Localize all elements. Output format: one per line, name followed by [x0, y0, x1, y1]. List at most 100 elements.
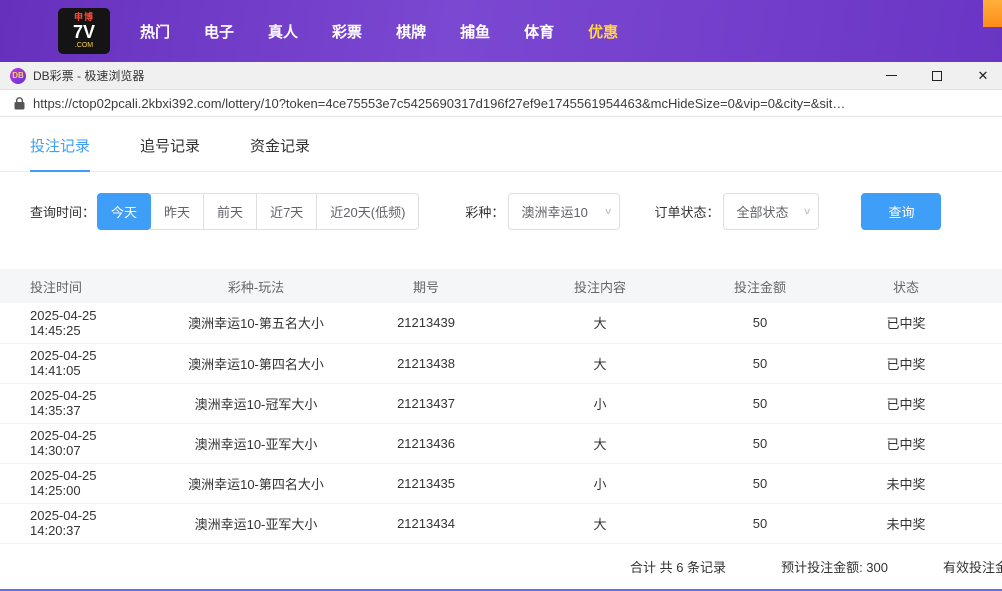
time-filter-daybefore[interactable]: 前天 [203, 193, 257, 230]
cell-status: 已中奖 [810, 383, 1002, 423]
cell-status: 已中奖 [810, 303, 1002, 343]
close-button[interactable]: ✕ [976, 69, 990, 83]
nav-item-hot[interactable]: 热门 [140, 21, 170, 42]
cell-bet-content: 大 [490, 503, 710, 543]
cell-bet-amount: 50 [710, 303, 810, 343]
time-filter-group: 今天 昨天 前天 近7天 近20天(低频) [97, 193, 419, 230]
table-row[interactable]: 2025-04-25 14:35:37 澳洲幸运10-冠军大小 21213437… [0, 383, 1002, 423]
chevron-down-icon: ∨ [604, 206, 613, 217]
time-filter-20days[interactable]: 近20天(低频) [316, 193, 419, 230]
address-bar[interactable]: https://ctop02pcali.2kbxi392.com/lottery… [0, 90, 1002, 117]
cell-bet-time: 2025-04-25 14:20:37 [0, 503, 150, 543]
cell-bet-time: 2025-04-25 14:35:37 [0, 383, 150, 423]
status-filter-label: 订单状态： [654, 202, 719, 221]
bet-table-body: 2025-04-25 14:45:25 澳洲幸运10-第五名大小 2121343… [0, 303, 1002, 543]
cell-bet-amount: 50 [710, 463, 810, 503]
site-logo[interactable]: 申博 7V .COM [58, 8, 110, 54]
table-row[interactable]: 2025-04-25 14:41:05 澳洲幸运10-第四名大小 2121343… [0, 343, 1002, 383]
nav-item-sports[interactable]: 体育 [524, 21, 554, 42]
cell-game-play: 澳洲幸运10-冠军大小 [150, 383, 362, 423]
tab-bet-records[interactable]: 投注记录 [30, 135, 90, 172]
cell-bet-amount: 50 [710, 383, 810, 423]
cell-bet-amount: 50 [710, 423, 810, 463]
nav-item-fishing[interactable]: 捕鱼 [460, 21, 490, 42]
header-status: 状态 [810, 269, 1002, 303]
cell-status: 未中奖 [810, 463, 1002, 503]
logo-main-text: 7V [73, 23, 95, 41]
cell-issue: 21213435 [362, 463, 490, 503]
header-bet-time: 投注时间 [0, 269, 150, 303]
lottery-select[interactable]: 澳洲幸运10 ∨ [508, 193, 620, 230]
summary-total-records: 合计 共 6 条记录 [630, 557, 726, 576]
summary-valid-amount: 有效投注金 [943, 557, 1002, 576]
search-button[interactable]: 查询 [861, 193, 941, 230]
order-status-select[interactable]: 全部状态 ∨ [723, 193, 819, 230]
site-nav: 申博 7V .COM 热门 电子 真人 彩票 棋牌 捕鱼 体育 优惠 [0, 0, 1002, 62]
cell-game-play: 澳洲幸运10-第五名大小 [150, 303, 362, 343]
time-filter-today[interactable]: 今天 [97, 193, 151, 230]
lottery-filter-label: 彩种： [465, 202, 504, 221]
app-badge-icon: DB [10, 68, 26, 84]
table-header-row: 投注时间 彩种-玩法 期号 投注内容 投注金额 状态 [0, 269, 1002, 303]
filter-bar: 查询时间： 今天 昨天 前天 近7天 近20天(低频) 彩种： 澳洲幸运10 ∨… [0, 172, 1002, 251]
cell-issue: 21213438 [362, 343, 490, 383]
cell-bet-content: 大 [490, 303, 710, 343]
maximize-button[interactable] [930, 69, 944, 83]
nav-item-lottery[interactable]: 彩票 [332, 21, 362, 42]
cell-bet-time: 2025-04-25 14:41:05 [0, 343, 150, 383]
url-text[interactable]: https://ctop02pcali.2kbxi392.com/lottery… [33, 96, 988, 111]
table-row[interactable]: 2025-04-25 14:45:25 澳洲幸运10-第五名大小 2121343… [0, 303, 1002, 343]
cell-game-play: 澳洲幸运10-亚军大小 [150, 423, 362, 463]
corner-tag [983, 0, 1002, 27]
cell-bet-content: 大 [490, 423, 710, 463]
summary-expected-amount: 预计投注金额: 300 [781, 557, 888, 576]
minimize-icon [886, 75, 897, 76]
header-bet-amount: 投注金额 [710, 269, 810, 303]
bottom-divider [0, 589, 1002, 591]
time-filter-7days[interactable]: 近7天 [256, 193, 317, 230]
lottery-select-value: 澳洲幸运10 [521, 202, 587, 221]
nav-item-electronic[interactable]: 电子 [204, 21, 234, 42]
table-row[interactable]: 2025-04-25 14:20:37 澳洲幸运10-亚军大小 21213434… [0, 503, 1002, 543]
bet-records-table: 投注时间 彩种-玩法 期号 投注内容 投注金额 状态 2025-04-25 14… [0, 269, 1002, 544]
cell-status: 已中奖 [810, 423, 1002, 463]
record-tabs: 投注记录 追号记录 资金记录 [0, 117, 1002, 172]
lock-icon [14, 97, 25, 110]
cell-bet-content: 大 [490, 343, 710, 383]
tab-chase-records[interactable]: 追号记录 [140, 135, 200, 171]
cell-game-play: 澳洲幸运10-第四名大小 [150, 463, 362, 503]
nav-item-promotions[interactable]: 优惠 [588, 21, 618, 42]
nav-item-live[interactable]: 真人 [268, 21, 298, 42]
table-row[interactable]: 2025-04-25 14:25:00 澳洲幸运10-第四名大小 2121343… [0, 463, 1002, 503]
window-controls: ✕ [884, 69, 990, 83]
cell-issue: 21213436 [362, 423, 490, 463]
cell-game-play: 澳洲幸运10-第四名大小 [150, 343, 362, 383]
close-icon: ✕ [978, 69, 989, 82]
cell-issue: 21213437 [362, 383, 490, 423]
cell-issue: 21213439 [362, 303, 490, 343]
cell-bet-time: 2025-04-25 14:25:00 [0, 463, 150, 503]
header-game-play: 彩种-玩法 [150, 269, 362, 303]
cell-bet-amount: 50 [710, 343, 810, 383]
logo-top-text: 申博 [74, 13, 94, 22]
order-status-value: 全部状态 [736, 202, 788, 221]
time-filter-label: 查询时间： [30, 202, 95, 221]
maximize-icon [932, 71, 942, 81]
logo-suffix-text: .COM [75, 42, 93, 49]
browser-titlebar: DB DB彩票 - 极速浏览器 ✕ [0, 62, 1002, 90]
minimize-button[interactable] [884, 69, 898, 83]
nav-item-board-games[interactable]: 棋牌 [396, 21, 426, 42]
cell-status: 未中奖 [810, 503, 1002, 543]
nav-menu: 热门 电子 真人 彩票 棋牌 捕鱼 体育 优惠 [140, 21, 618, 42]
table-row[interactable]: 2025-04-25 14:30:07 澳洲幸运10-亚军大小 21213436… [0, 423, 1002, 463]
cell-bet-time: 2025-04-25 14:30:07 [0, 423, 150, 463]
tab-fund-records[interactable]: 资金记录 [250, 135, 310, 171]
time-filter-yesterday[interactable]: 昨天 [150, 193, 204, 230]
chevron-down-icon: ∨ [803, 206, 812, 217]
cell-bet-amount: 50 [710, 503, 810, 543]
cell-status: 已中奖 [810, 343, 1002, 383]
header-issue: 期号 [362, 269, 490, 303]
cell-bet-content: 小 [490, 383, 710, 423]
header-bet-content: 投注内容 [490, 269, 710, 303]
cell-bet-content: 小 [490, 463, 710, 503]
